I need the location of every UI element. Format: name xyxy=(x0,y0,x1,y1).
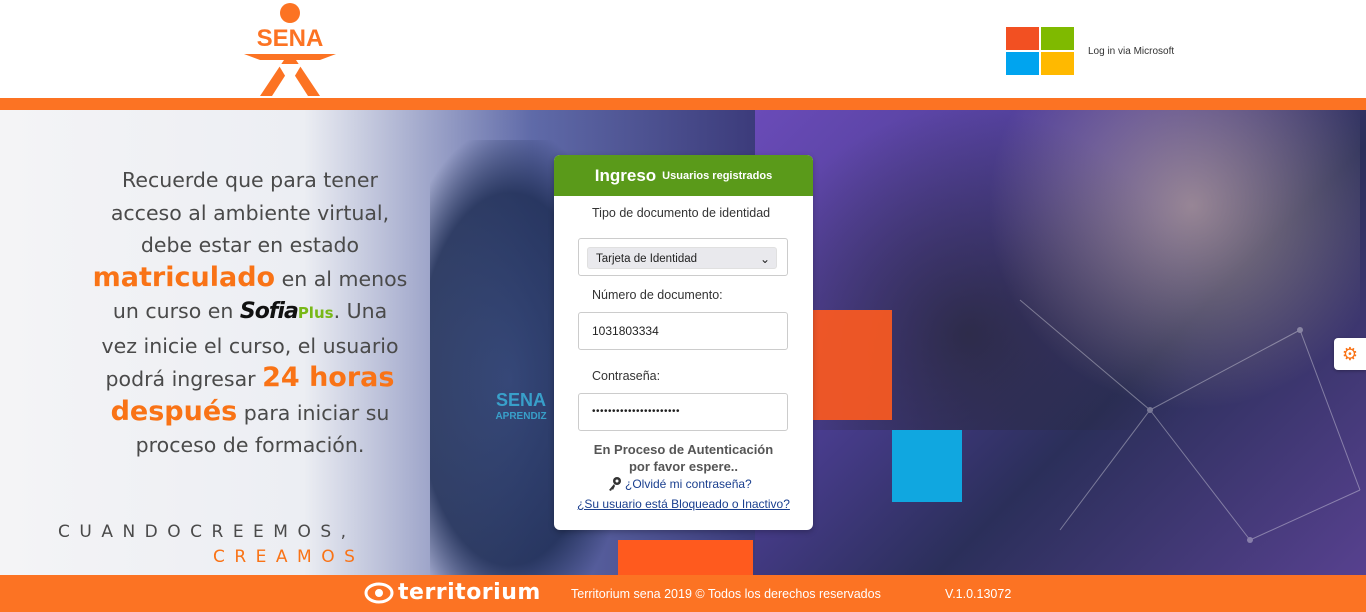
decor-network-lines xyxy=(1019,299,1361,543)
chevron-down-icon: ⌄ xyxy=(759,252,770,266)
enrollment-message: Recuerde que para tener acceso al ambien… xyxy=(92,168,408,457)
doc-number-input[interactable]: 1031803334 xyxy=(578,312,788,350)
slogan-line1: CUANDOCREEMOS, xyxy=(58,522,356,542)
password-label: Contraseña: xyxy=(592,369,661,383)
highlight-24-horas: 24 horas xyxy=(262,362,395,393)
login-card-header: Ingreso Usuarios registrados xyxy=(554,155,813,196)
header: SENA Log in via Microsoft xyxy=(0,0,1366,98)
highlight-despues: después xyxy=(110,395,238,427)
doc-type-field: Tarjeta de Identidad ⌄ xyxy=(578,238,788,276)
highlight-matriculado: matriculado xyxy=(92,261,276,293)
footer: territorium Territorium sena 2019 © Todo… xyxy=(0,575,1366,612)
login-title: Ingreso xyxy=(594,165,657,185)
login-subtitle: Usuarios registrados xyxy=(662,169,773,182)
doc-number-label: Número de documento: xyxy=(592,288,723,302)
uniform-sena-logo: SENA APRENDIZ xyxy=(495,390,547,422)
settings-gear-button[interactable]: ⚙ xyxy=(1334,338,1366,370)
auth-status-message: En Proceso de Autenticación por favor esp… xyxy=(593,442,774,474)
territorium-eye-icon xyxy=(364,582,394,603)
gear-icon: ⚙ xyxy=(1341,343,1359,364)
decor-blue-square xyxy=(892,430,962,502)
password-input[interactable]: •••••••••••••••••••••• xyxy=(578,393,788,431)
header-accent-bar xyxy=(0,98,1366,110)
doc-type-select[interactable]: Tarjeta de Identidad ⌄ xyxy=(587,247,777,269)
territorium-logo: territorium xyxy=(364,580,541,605)
blocked-user-link[interactable]: ¿Su usuario está Bloqueado o Inactivo? xyxy=(554,497,813,511)
sofiaplus-logo: SofiaPlus xyxy=(239,299,334,324)
microsoft-login-button[interactable]: Log in via Microsoft xyxy=(1006,26,1206,76)
footer-copyright: Territorium sena 2019 © Todos los derech… xyxy=(571,587,881,601)
decor-orange-square xyxy=(812,310,892,420)
svg-text:SENA: SENA xyxy=(257,25,324,52)
decor-orange-bar xyxy=(618,540,753,575)
microsoft-logo-icon xyxy=(1006,27,1076,75)
forgot-password-link[interactable]: ¿Olvidé mi contraseña? xyxy=(608,476,752,492)
footer-version: V.1.0.13072 xyxy=(945,587,1012,601)
key-icon xyxy=(609,477,621,491)
slogan-line2: CREAMOS xyxy=(213,547,365,567)
microsoft-login-label: Log in via Microsoft xyxy=(1088,45,1175,57)
doc-type-label: Tipo de documento de identidad xyxy=(592,206,771,220)
sena-logo: SENA xyxy=(244,3,336,96)
login-card: Ingreso Usuarios registrados Tipo de doc… xyxy=(554,155,813,530)
